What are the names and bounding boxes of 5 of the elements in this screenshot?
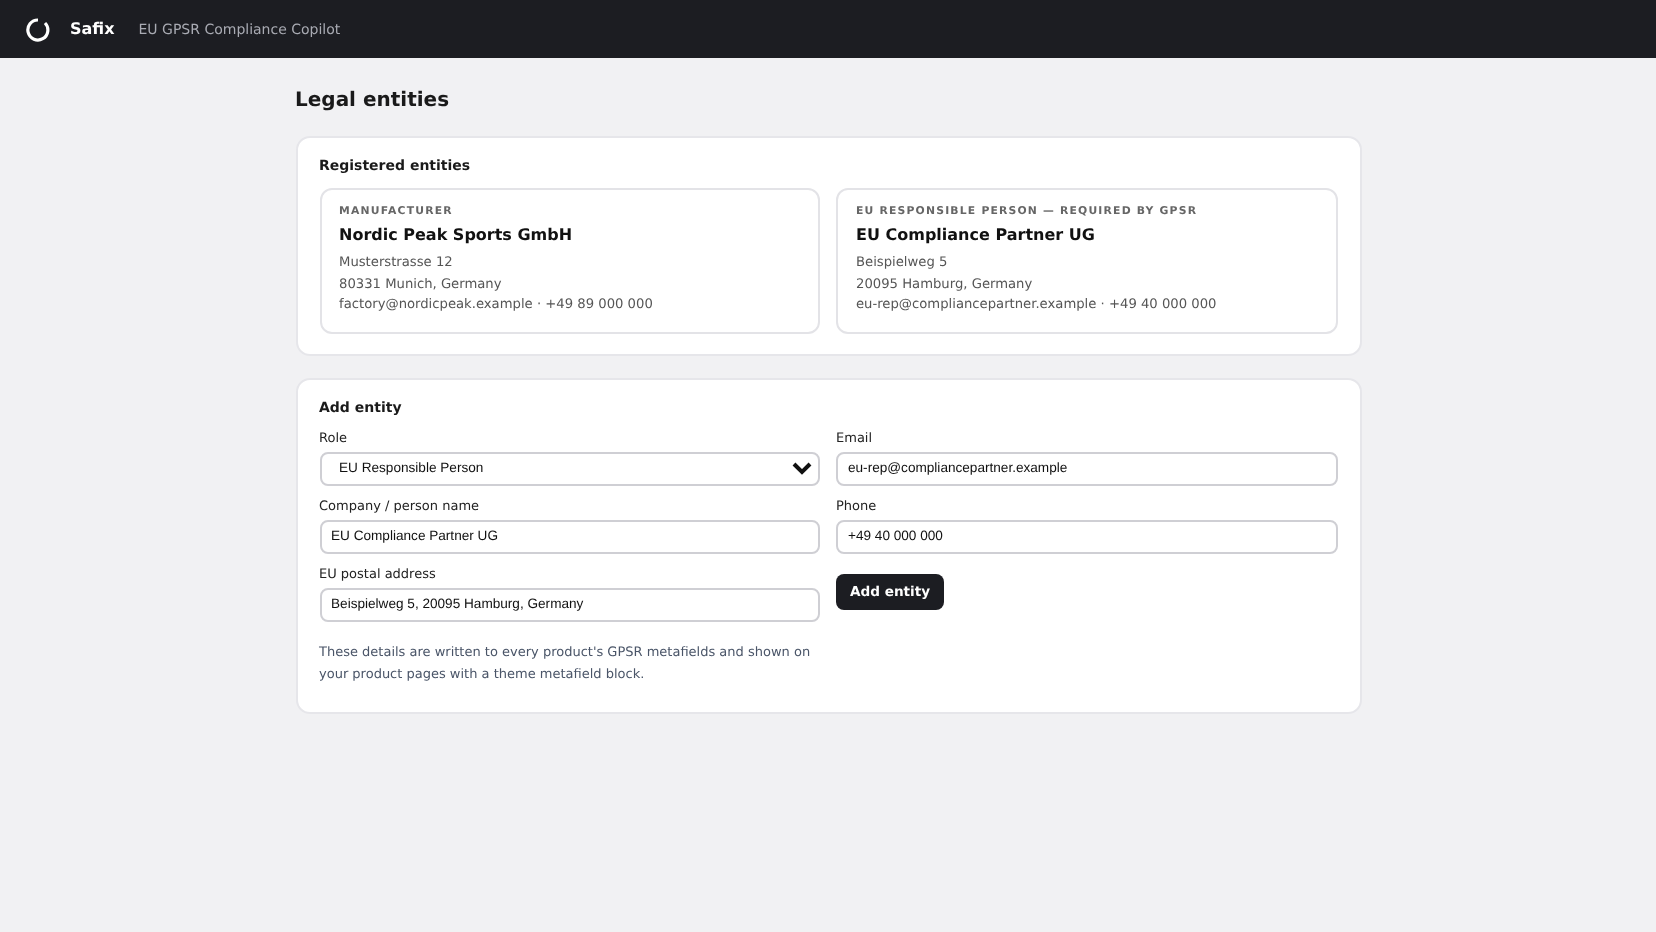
logo-icon	[26, 17, 50, 41]
app-name: Safix	[70, 20, 115, 38]
page-title: Legal entities	[295, 90, 452, 112]
entity-name: EU Compliance Partner UG	[856, 226, 1097, 244]
entity-name: Nordic Peak Sports GmbH	[339, 226, 575, 244]
